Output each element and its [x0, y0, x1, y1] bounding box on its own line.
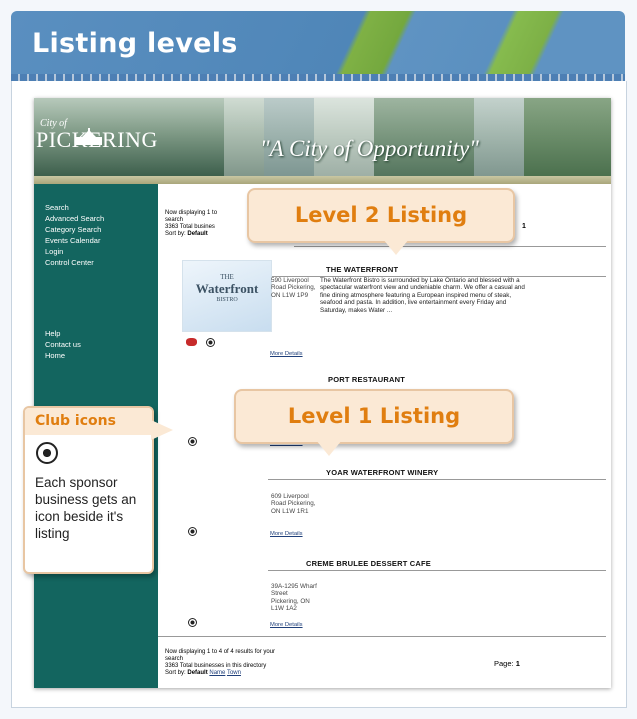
summary-line: Now displaying 1 to [165, 210, 218, 216]
nav-item-home[interactable]: Home [45, 350, 81, 361]
more-details-link[interactable]: More Details [270, 531, 303, 537]
nav-primary: Search Advanced Search Category Search E… [45, 202, 104, 268]
divider [268, 479, 606, 480]
summary-line: 3363 Total businesses in this directory [165, 663, 267, 669]
summary-line: search [165, 656, 184, 662]
nav-item-help[interactable]: Help [45, 328, 81, 339]
listing-name[interactable]: YOAR WATERFRONT WINERY [326, 468, 438, 477]
club-icons-title: Club icons [25, 408, 152, 435]
divider [294, 246, 606, 247]
dashed-divider [11, 74, 625, 81]
thumb-line: THE [220, 273, 234, 281]
page-label: Page: [494, 659, 514, 668]
nav-secondary: Help Contact us Home [45, 328, 81, 361]
rose-icon [186, 338, 197, 346]
club-icons-description: Each sponsor business gets an icon besid… [35, 475, 137, 541]
slide-title: Listing levels [32, 28, 238, 59]
level-2-callout: Level 2 Listing [247, 188, 515, 243]
listing-description: The Waterfront Bistro is surrounded by L… [320, 277, 525, 314]
listing-address: 590 Liverpool Road Pickering, ON L1W 1P9 [271, 277, 316, 299]
sort-town-link[interactable]: Town [227, 670, 241, 676]
soccer-ball-icon [188, 527, 197, 536]
listing-thumbnail[interactable]: THE Waterfront BISTRO [182, 260, 272, 332]
divider [158, 636, 606, 637]
thumb-line: Waterfront [195, 281, 259, 296]
banner-accent-bar [34, 176, 611, 184]
more-details-link[interactable]: More Details [270, 622, 303, 628]
club-icons-callout: Club icons Each sponsor business gets an… [23, 406, 154, 574]
level-1-callout-pointer [316, 440, 342, 456]
level-1-callout: Level 1 Listing [234, 389, 514, 444]
pagination-bottom: Page: 1 [494, 659, 520, 668]
sort-default-link[interactable]: Default [187, 670, 207, 676]
thumb-logo-text: THE Waterfront BISTRO [183, 273, 271, 303]
site-slogan: "A City of Opportunity" [260, 136, 479, 161]
soccer-ball-icon [188, 618, 197, 627]
results-summary-bottom: Now displaying 1 to 4 of 4 results for y… [165, 649, 275, 677]
nav-item-contact-us[interactable]: Contact us [45, 339, 81, 350]
club-callout-pointer [151, 420, 173, 440]
nav-item-events-calendar[interactable]: Events Calendar [45, 235, 104, 246]
more-details-link[interactable]: More Details [270, 351, 303, 357]
nav-item-advanced-search[interactable]: Advanced Search [45, 213, 104, 224]
thumb-line: BISTRO [216, 297, 238, 303]
listing-address: 39A-1295 Wharf Street Pickering, ON L1W … [271, 583, 317, 613]
summary-line: 3363 Total busines [165, 224, 215, 230]
page-number-top: 1 [522, 223, 526, 230]
page-number[interactable]: 1 [516, 659, 520, 668]
sort-row: Sort by: Default [165, 231, 217, 238]
site-banner: City of PICKERING "A City of Opportunity… [34, 98, 611, 176]
divider [268, 570, 606, 571]
sort-name-link[interactable]: Name [209, 670, 225, 676]
summary-line: search [165, 217, 184, 223]
listing-name[interactable]: CREME BRULEE DESSERT CAFE [306, 559, 431, 568]
soccer-ball-icon [188, 437, 197, 446]
sort-row: Sort by: Default Name Town [165, 670, 275, 677]
nav-item-search[interactable]: Search [45, 202, 104, 213]
city-logo[interactable]: City of PICKERING [36, 118, 158, 151]
sort-label: Sort by: [165, 670, 186, 676]
nav-item-login[interactable]: Login [45, 246, 104, 257]
summary-line: Now displaying 1 to 4 of 4 results for y… [165, 649, 276, 655]
level-2-callout-pointer [383, 239, 409, 255]
soccer-ball-icon [36, 442, 58, 464]
nav-item-control-center[interactable]: Control Center [45, 257, 104, 268]
soccer-ball-icon [206, 338, 215, 347]
sort-label: Sort by: [165, 231, 186, 237]
town-hall-icon [76, 128, 102, 145]
listing-address: 609 Liverpool Road Pickering, ON L1W 1R1 [271, 493, 316, 515]
listing-name[interactable]: PORT RESTAURANT [328, 375, 405, 384]
listing-name[interactable]: THE WATERFRONT [326, 265, 398, 274]
sort-default-link[interactable]: Default [187, 231, 207, 237]
nav-item-category-search[interactable]: Category Search [45, 224, 104, 235]
results-summary-top: Now displaying 1 to search 3363 Total bu… [165, 210, 217, 238]
